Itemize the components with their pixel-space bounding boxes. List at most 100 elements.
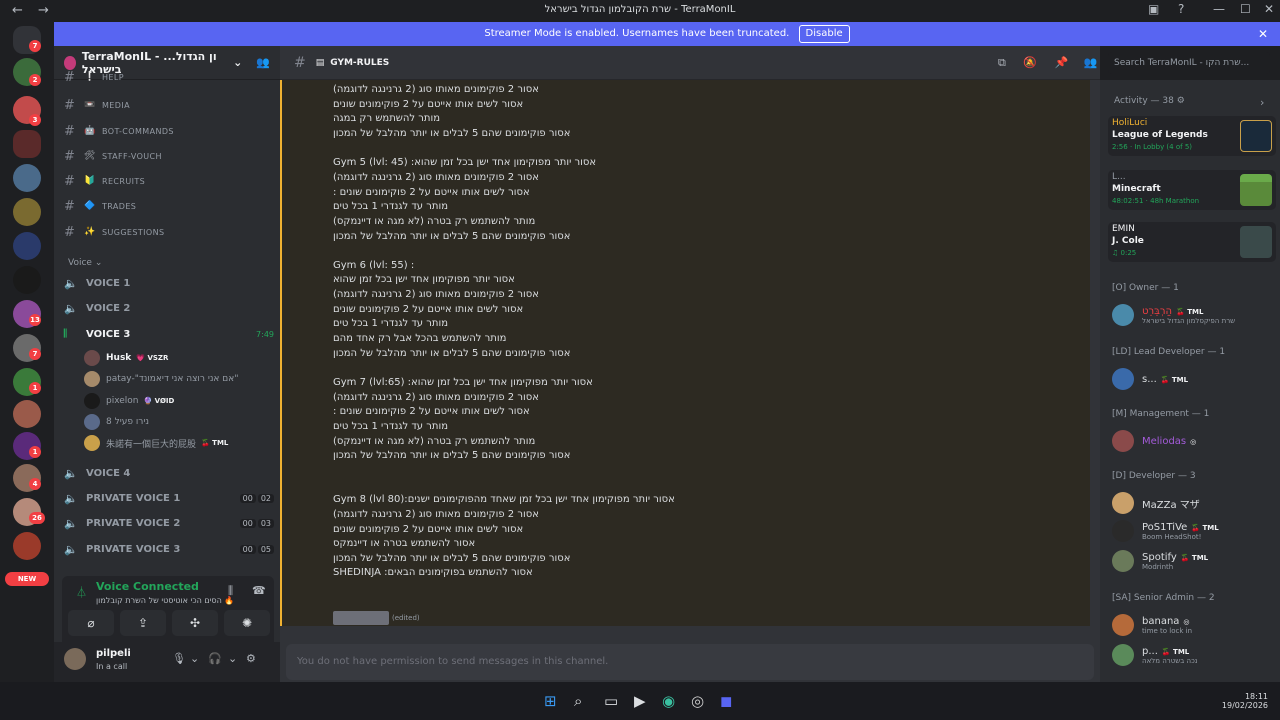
help-icon[interactable]: ? — [1178, 2, 1184, 16]
windows-icon[interactable]: ⊞ — [544, 692, 557, 710]
message-content: אסור 2 פוקימונים מאותו סוג (2 גרנינגה לד… — [280, 80, 1090, 626]
edge-icon[interactable]: ◉ — [662, 692, 675, 710]
member-item[interactable]: Spotify 🍒 TML Modrinth — [1112, 549, 1276, 573]
gear-icon[interactable]: ⚙ — [246, 652, 256, 665]
activity-card[interactable]: EMIN J. Cole ♫ 0:25 — [1108, 222, 1276, 262]
file-explorer-icon[interactable]: ▭ — [604, 692, 618, 710]
server-icon[interactable] — [13, 198, 41, 226]
user-panel: pilpeli In a call 🎙 ⌄ 🎧 ⌄ ⚙ — [54, 642, 280, 682]
noise-suppression-icon[interactable]: ⫼ — [228, 584, 233, 598]
voice-user[interactable]: Husk 💗 VSZR — [84, 348, 168, 368]
invite-people-icon[interactable]: 👥 — [256, 56, 270, 69]
member-name-line: banana ◎ — [1142, 616, 1192, 627]
avatar — [1112, 520, 1134, 542]
server-icon[interactable] — [13, 164, 41, 192]
activities-button[interactable]: ✣ — [172, 610, 218, 636]
server-tag: 🔮 VØID — [143, 397, 175, 405]
close-icon[interactable]: ✕ — [1264, 2, 1274, 16]
notification-bell-icon[interactable]: 🔕 — [1023, 56, 1037, 69]
voice-user[interactable]: נירו פעיל 8 — [84, 412, 149, 432]
role-header: [SA] Senior Admin — 2 — [1112, 593, 1215, 603]
server-tag: 🍒 TML — [1161, 647, 1190, 656]
voice-user[interactable]: patay-"אם אני רוצה אני דיאמונד" — [84, 369, 238, 389]
search-input[interactable]: Search TerraMonIL - שרת הקו... — [1108, 52, 1270, 74]
share-screen-button[interactable]: ⇪ — [120, 610, 166, 636]
voice-channel-2[interactable]: 🔈 VOICE 2 — [64, 297, 274, 319]
channel-media[interactable]: # 📼 MEDIA — [64, 94, 274, 116]
close-banner-icon[interactable]: ✕ — [1258, 22, 1268, 46]
chevron-down-icon[interactable]: ⌄ — [190, 652, 199, 665]
message-line: אסור 2 פוקימונים מאותו סוג (2 גרנינגה לד… — [333, 391, 539, 403]
activity-card[interactable]: L... Minecraft 48:02:51 · 48h Marathon — [1108, 170, 1276, 210]
voice-user-name: נירו פעיל 8 — [106, 417, 149, 427]
signal-icon[interactable]: ⏃ — [76, 584, 87, 600]
channel-bot-commands[interactable]: # 🤖 BOT-COMMANDS — [64, 120, 274, 142]
chrome-icon[interactable]: ◎ — [691, 692, 704, 710]
private-voice-3[interactable]: 🔈 PRIVATE VOICE 3 00 05 — [64, 538, 274, 560]
chevron-right-icon[interactable]: › — [1260, 96, 1264, 109]
channel-label: MEDIA — [102, 100, 130, 110]
inbox-icon[interactable]: ▣ — [1148, 2, 1159, 16]
minimize-icon[interactable]: — — [1213, 2, 1225, 16]
channel-staff-vouch[interactable]: # 🛠 STAFF-VOUCH — [64, 145, 274, 167]
message-input[interactable]: You do not have permission to send messa… — [286, 644, 1094, 680]
voice-channel-4[interactable]: 🔈 VOICE 4 — [64, 462, 274, 484]
headphones-icon[interactable]: 🎧 — [208, 652, 222, 665]
private-voice-1[interactable]: 🔈 PRIVATE VOICE 1 00 02 — [64, 487, 274, 509]
hash-icon: # — [64, 123, 76, 139]
member-name-line: Spotify 🍒 TML — [1142, 552, 1208, 563]
camera-off-button[interactable]: ⌀ — [68, 610, 114, 636]
voice-channel-label: PRIVATE VOICE 2 — [86, 517, 181, 529]
disconnect-icon[interactable]: ☎ — [252, 584, 266, 597]
member-item[interactable]: MaZZa マザ — [1112, 491, 1276, 515]
soundboard-button[interactable]: ✺ — [224, 610, 270, 636]
member-item[interactable]: p... 🍒 TML נכה בשטרה מלאה — [1112, 643, 1276, 667]
maximize-icon[interactable]: ☐ — [1240, 2, 1251, 16]
activity-header[interactable]: Activity — 38 ⚙ — [1114, 96, 1185, 106]
voice-user[interactable]: pixelon 🔮 VØID — [84, 391, 174, 411]
pin-icon[interactable]: 📌 — [1055, 56, 1069, 69]
member-name-line: הַרְבֵּרֵט 🍒 TML — [1142, 306, 1235, 317]
member-item[interactable]: Meliodas ◎ — [1112, 429, 1276, 453]
private-voice-2[interactable]: 🔈 PRIVATE VOICE 2 00 03 — [64, 512, 274, 534]
channel-trades[interactable]: # 🔷 TRADES — [64, 195, 274, 217]
server-icon[interactable] — [13, 532, 41, 560]
channel-help[interactable]: # ❕ HELP — [64, 70, 274, 84]
channel-label: STAFF-VOUCH — [102, 151, 162, 161]
disable-streamer-button[interactable]: Disable — [798, 25, 850, 43]
avatar — [1112, 644, 1134, 666]
terminal-icon[interactable]: ▶ — [634, 692, 646, 710]
voice-user[interactable]: 朱諾有一個巨大的屁股 🍒 TML — [84, 433, 228, 453]
member-list-icon[interactable]: 👥 — [1084, 56, 1098, 69]
activity-user: EMIN — [1112, 224, 1135, 234]
member-item[interactable]: הַרְבֵּרֵט 🍒 TML שרת הפיקסלמון הגדול בישרא… — [1112, 303, 1276, 327]
chevron-down-icon[interactable]: ⌄ — [228, 652, 237, 665]
message-line: : אסור לשים אותו אייטם על 2 פוקימונים שו… — [333, 186, 530, 198]
server-icon[interactable] — [13, 232, 41, 260]
server-icon-terramon[interactable] — [13, 130, 41, 158]
voice-channel-label: VOICE 4 — [86, 467, 131, 479]
voice-channel-1[interactable]: 🔈 VOICE 1 — [64, 272, 274, 294]
server-icon[interactable] — [13, 400, 41, 428]
system-clock[interactable]: 18:11 19/02/2026 — [1218, 692, 1268, 710]
window-title: שרת הקובלמון הגדול בישראל - TerraMonIL — [544, 4, 736, 15]
avatar[interactable] — [64, 648, 86, 670]
voice-status[interactable]: Voice Connected — [96, 580, 199, 593]
member-item[interactable]: s... 🍒 TML — [1112, 367, 1276, 391]
voice-category[interactable]: Voice ⌄ — [68, 258, 102, 268]
microphone-icon[interactable]: 🎙 — [172, 652, 186, 665]
channel-suggestions[interactable]: # ✨ SUGGESTIONS — [64, 221, 274, 243]
chevron-down-icon[interactable]: ⌄ — [233, 56, 242, 69]
member-item[interactable]: PoS1TiVe 🍒 TML Boom HeadShot! — [1112, 519, 1276, 543]
threads-icon[interactable]: ⧉ — [998, 56, 1006, 69]
voice-channel-3[interactable]: 𝄃 VOICE 3 7:49 — [64, 323, 274, 345]
search-icon[interactable]: ⌕ — [574, 692, 582, 710]
member-name-line: Meliodas ◎ — [1142, 436, 1196, 447]
role-header: [O] Owner — 1 — [1112, 283, 1179, 293]
username[interactable]: pilpeli — [96, 648, 131, 659]
server-icon[interactable] — [13, 266, 41, 294]
member-item[interactable]: banana ◎ time to lock in — [1112, 613, 1276, 637]
discord-icon[interactable]: ◼ — [720, 692, 732, 710]
channel-recruits[interactable]: # 🔰 RECRUITS — [64, 170, 274, 192]
activity-card[interactable]: HoliLuci League of Legends 2:56 · In Lob… — [1108, 116, 1276, 156]
